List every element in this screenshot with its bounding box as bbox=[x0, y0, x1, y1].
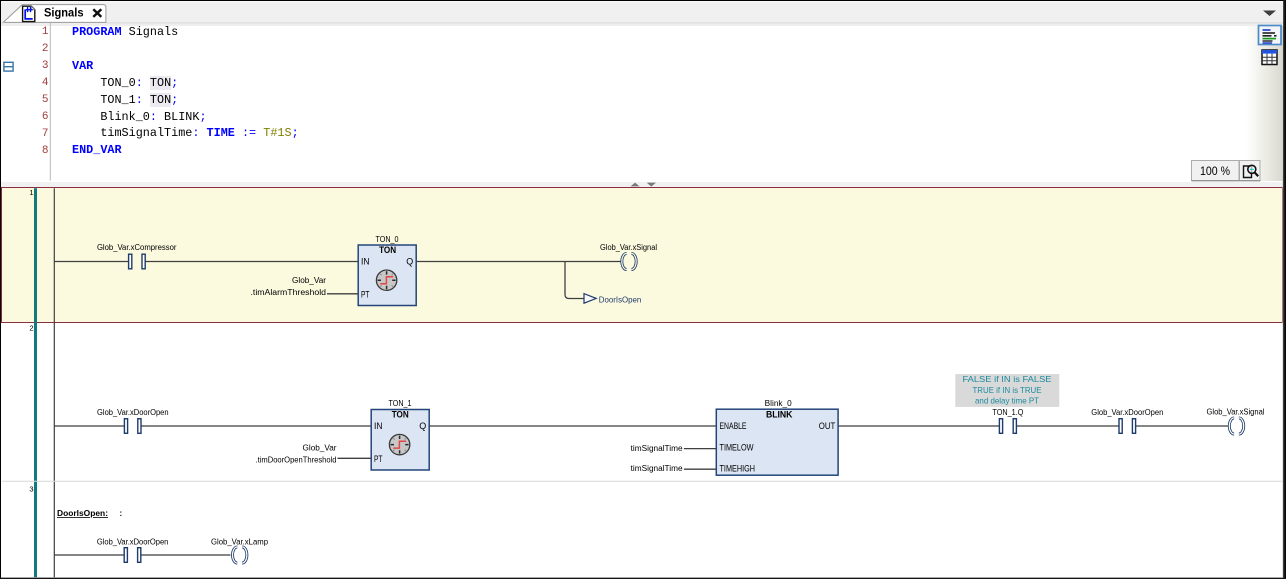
svg-text:Q: Q bbox=[419, 421, 426, 431]
svg-text:IN: IN bbox=[361, 257, 370, 267]
svg-text:.timAlarmThreshold: .timAlarmThreshold bbox=[251, 288, 327, 297]
svg-text:TIMELOW: TIMELOW bbox=[720, 442, 754, 452]
svg-text:Blink_0: Blink_0 bbox=[765, 399, 793, 408]
svg-text:TON_0: TON_0 bbox=[376, 235, 399, 244]
svg-text::: : bbox=[120, 509, 123, 518]
svg-text:1: 1 bbox=[29, 188, 33, 197]
svg-text:OUT: OUT bbox=[819, 421, 836, 431]
svg-text:DoorIsOpen: DoorIsOpen bbox=[599, 296, 642, 305]
svg-text:2: 2 bbox=[29, 323, 33, 332]
svg-text:Glob_Var: Glob_Var bbox=[303, 444, 337, 453]
svg-text:TIMEHIGH: TIMEHIGH bbox=[720, 463, 756, 473]
svg-text:Glob_Var.xSignal: Glob_Var.xSignal bbox=[600, 243, 657, 252]
svg-text:Glob_Var.xSignal: Glob_Var.xSignal bbox=[1207, 407, 1265, 416]
svg-text:Glob_Var.xDoorOpen: Glob_Var.xDoorOpen bbox=[97, 537, 169, 546]
svg-text:Signals: Signals bbox=[44, 7, 84, 19]
svg-text:timSignalTime: timSignalTime bbox=[631, 444, 684, 453]
svg-text:DoorIsOpen:: DoorIsOpen: bbox=[57, 509, 108, 518]
svg-text:ENABLE: ENABLE bbox=[720, 421, 747, 431]
svg-text:timSignalTime: timSignalTime bbox=[631, 464, 684, 473]
svg-text:TON_1.Q: TON_1.Q bbox=[992, 408, 1023, 417]
svg-text:Glob_Var.xLamp: Glob_Var.xLamp bbox=[211, 537, 269, 546]
svg-text:IN: IN bbox=[374, 421, 383, 431]
svg-text:TON: TON bbox=[392, 409, 409, 419]
svg-text:100 %: 100 % bbox=[1200, 166, 1230, 178]
svg-text:and delay time PT: and delay time PT bbox=[975, 396, 1040, 406]
svg-text:.timDoorOpenThreshold: .timDoorOpenThreshold bbox=[256, 455, 337, 464]
svg-text:TON_1: TON_1 bbox=[389, 399, 412, 408]
svg-text:Glob_Var.xDoorOpen: Glob_Var.xDoorOpen bbox=[1091, 408, 1163, 417]
svg-text:Glob_Var: Glob_Var bbox=[292, 276, 326, 285]
svg-text:3: 3 bbox=[29, 485, 33, 494]
svg-text:PT: PT bbox=[361, 289, 370, 299]
svg-text:Glob_Var.xCompressor: Glob_Var.xCompressor bbox=[97, 243, 177, 252]
svg-text:Glob_Var.xDoorOpen: Glob_Var.xDoorOpen bbox=[97, 408, 169, 417]
svg-text:BLINK: BLINK bbox=[766, 410, 793, 420]
svg-text:TON: TON bbox=[379, 245, 396, 255]
svg-text:Q: Q bbox=[406, 257, 413, 267]
svg-text:PT: PT bbox=[374, 454, 383, 464]
svg-text:TRUE if IN is TRUE: TRUE if IN is TRUE bbox=[973, 385, 1042, 395]
svg-text:FALSE if IN is FALSE: FALSE if IN is FALSE bbox=[963, 374, 1052, 384]
